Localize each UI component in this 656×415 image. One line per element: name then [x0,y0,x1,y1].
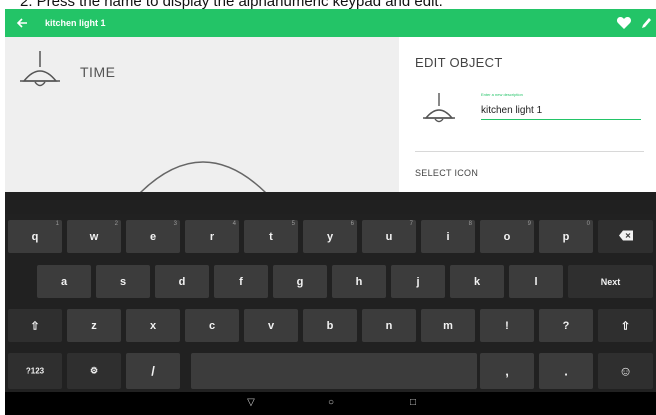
soft-keyboard: 1q 2w 3e 4r 5t 6y 7u 8i 9o 0p a s d f g … [5,192,656,392]
key-k[interactable]: k [450,265,504,298]
key-t[interactable]: 5t [244,220,298,253]
key-p[interactable]: 0p [539,220,593,253]
key-exclamation[interactable]: ! [480,309,534,342]
settings-key[interactable]: ⚙ [67,353,121,389]
gear-icon: ⚙ [89,365,99,376]
key-slash[interactable]: / [126,353,180,389]
key-s[interactable]: s [96,265,150,298]
key-a[interactable]: a [37,265,91,298]
key-b[interactable]: b [303,309,357,342]
key-c[interactable]: c [185,309,239,342]
time-label: TIME [80,64,116,80]
instruction-caption: 2. Press the name to display the alphanu… [20,0,443,9]
edit-object-heading: EDIT OBJECT [415,55,503,70]
smiley-icon: ☺ [618,363,633,379]
app-bar: kitchen light 1 [5,9,656,37]
back-arrow-icon[interactable] [15,14,29,32]
key-h[interactable]: h [332,265,386,298]
key-u[interactable]: 7u [362,220,416,253]
key-y[interactable]: 6y [303,220,357,253]
shift-key-right[interactable]: ⇧ [598,309,653,342]
key-v[interactable]: v [244,309,298,342]
key-d[interactable]: d [155,265,209,298]
key-e[interactable]: 3e [126,220,180,253]
key-r[interactable]: 4r [185,220,239,253]
key-period[interactable]: . [539,353,593,389]
nav-back-icon[interactable]: ▽ [243,396,259,410]
backspace-icon [598,230,653,243]
nav-recents-icon[interactable]: □ [405,396,421,410]
symbols-key[interactable]: ?123 [8,353,62,389]
key-g[interactable]: g [273,265,327,298]
space-key[interactable] [191,353,477,389]
key-q[interactable]: 1q [8,220,62,253]
edit-object-panel: EDIT OBJECT Enter a new description kitc… [399,37,656,192]
shift-key-left[interactable]: ⇧ [8,309,62,342]
emoji-key[interactable]: ☺ [598,353,653,389]
suggestion-strip [5,192,656,214]
key-o[interactable]: 9o [480,220,534,253]
key-m[interactable]: m [421,309,475,342]
pencil-icon[interactable] [640,15,652,31]
backspace-key[interactable] [598,220,653,253]
system-nav-bar: ▽ ○ □ [5,392,656,415]
ceiling-lamp-icon[interactable] [421,92,457,128]
key-comma[interactable]: , [480,353,534,389]
heart-icon[interactable] [616,15,632,31]
next-key[interactable]: Next [568,265,653,298]
object-preview-panel: TIME [5,37,399,192]
key-w[interactable]: 2w [67,220,121,253]
divider [415,151,644,152]
key-f[interactable]: f [214,265,268,298]
key-question[interactable]: ? [539,309,593,342]
select-icon-label[interactable]: SELECT ICON [415,168,478,178]
ceiling-lamp-icon [18,49,62,93]
key-j[interactable]: j [391,265,445,298]
app-bar-title: kitchen light 1 [45,18,106,28]
description-hint: Enter a new description [481,92,523,97]
key-i[interactable]: 8i [421,220,475,253]
key-x[interactable]: x [126,309,180,342]
key-z[interactable]: z [67,309,121,342]
time-dial[interactable] [133,158,273,192]
key-n[interactable]: n [362,309,416,342]
key-l[interactable]: l [509,265,563,298]
nav-home-icon[interactable]: ○ [323,396,339,410]
description-input[interactable]: kitchen light 1 [481,104,641,120]
